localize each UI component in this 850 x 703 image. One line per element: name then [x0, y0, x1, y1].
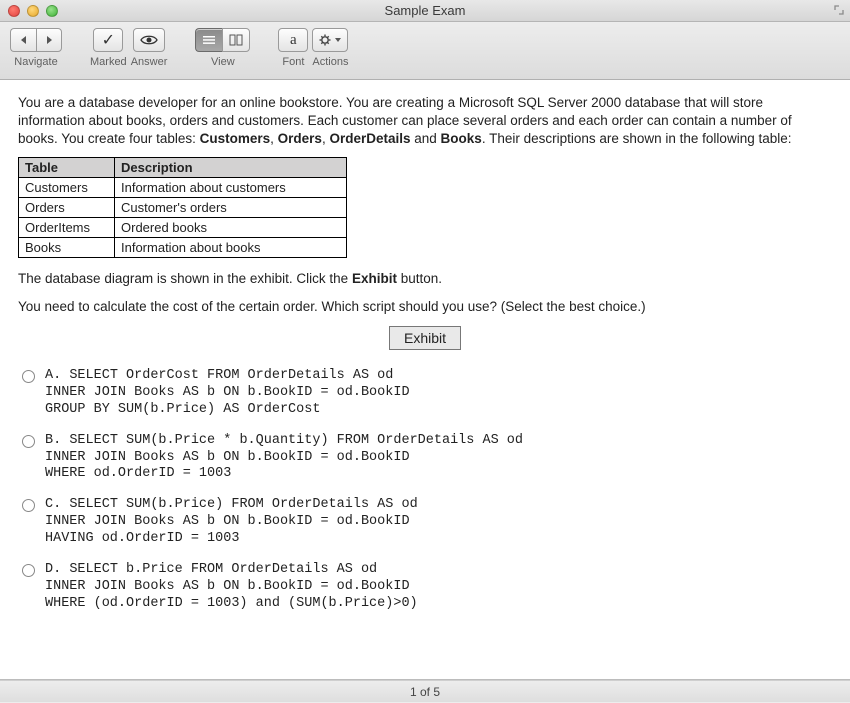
columns-icon	[229, 34, 243, 46]
exhibit-instruction: The database diagram is shown in the exh…	[18, 270, 832, 288]
exhibit-button[interactable]: Exhibit	[389, 326, 461, 350]
toolbar-label-font: Font	[282, 56, 304, 68]
view-split-button[interactable]	[222, 28, 250, 52]
option-b: B. SELECT SUM(b.Price * b.Quantity) FROM…	[22, 433, 828, 484]
question-prompt: You need to calculate the cost of the ce…	[18, 298, 832, 316]
lines-icon	[202, 34, 216, 46]
table-row: CustomersInformation about customers	[19, 177, 347, 197]
table-row: BooksInformation about books	[19, 237, 347, 257]
status-bar: 1 of 5	[0, 680, 850, 702]
font-icon: a	[290, 32, 297, 49]
radio-d[interactable]	[22, 564, 35, 577]
triangle-left-icon	[19, 35, 29, 45]
answer-button[interactable]	[133, 28, 165, 52]
radio-b[interactable]	[22, 435, 35, 448]
answer-options: A. SELECT OrderCost FROM OrderDetails AS…	[22, 368, 828, 613]
th-table: Table	[19, 157, 115, 177]
table-row: OrdersCustomer's orders	[19, 197, 347, 217]
toolbar-group-view: View	[195, 28, 250, 68]
tables-description: Table Description CustomersInformation a…	[18, 157, 347, 258]
radio-c[interactable]	[22, 499, 35, 512]
actions-button[interactable]	[312, 28, 348, 52]
content-area: You are a database developer for an onli…	[0, 80, 850, 680]
titlebar: Sample Exam	[0, 0, 850, 22]
th-description: Description	[115, 157, 347, 177]
option-c: C. SELECT SUM(b.Price) FROM OrderDetails…	[22, 497, 828, 548]
option-a: A. SELECT OrderCost FROM OrderDetails AS…	[22, 368, 828, 419]
radio-a[interactable]	[22, 370, 35, 383]
toolbar-label-view: View	[211, 56, 235, 68]
toolbar-label-actions: Actions	[312, 56, 348, 68]
nav-next-button[interactable]	[36, 28, 62, 52]
fullscreen-icon[interactable]	[834, 5, 844, 15]
toolbar-label-marked: Marked	[90, 56, 127, 68]
check-icon: ✓	[102, 30, 115, 50]
nav-prev-button[interactable]	[10, 28, 36, 52]
window-title: Sample Exam	[0, 3, 850, 18]
font-button[interactable]: a	[278, 28, 308, 52]
toolbar-label-answer: Answer	[131, 56, 168, 68]
question-intro: You are a database developer for an onli…	[18, 94, 832, 149]
view-single-button[interactable]	[195, 28, 222, 52]
toolbar: Navigate ✓ Marked Answer	[0, 22, 850, 80]
eye-icon	[140, 34, 158, 46]
table-row: OrderItemsOrdered books	[19, 217, 347, 237]
toolbar-group-marked-answer: ✓ Marked Answer	[90, 28, 167, 68]
marked-button[interactable]: ✓	[93, 28, 123, 52]
chevron-down-icon	[335, 37, 341, 43]
toolbar-group-font-actions: a Font Acti	[278, 28, 348, 68]
triangle-right-icon	[44, 35, 54, 45]
toolbar-group-navigate: Navigate	[10, 28, 62, 68]
toolbar-label-navigate: Navigate	[14, 56, 57, 68]
page-indicator: 1 of 5	[410, 685, 440, 699]
option-d: D. SELECT b.Price FROM OrderDetails AS o…	[22, 562, 828, 613]
gear-icon	[319, 33, 333, 47]
